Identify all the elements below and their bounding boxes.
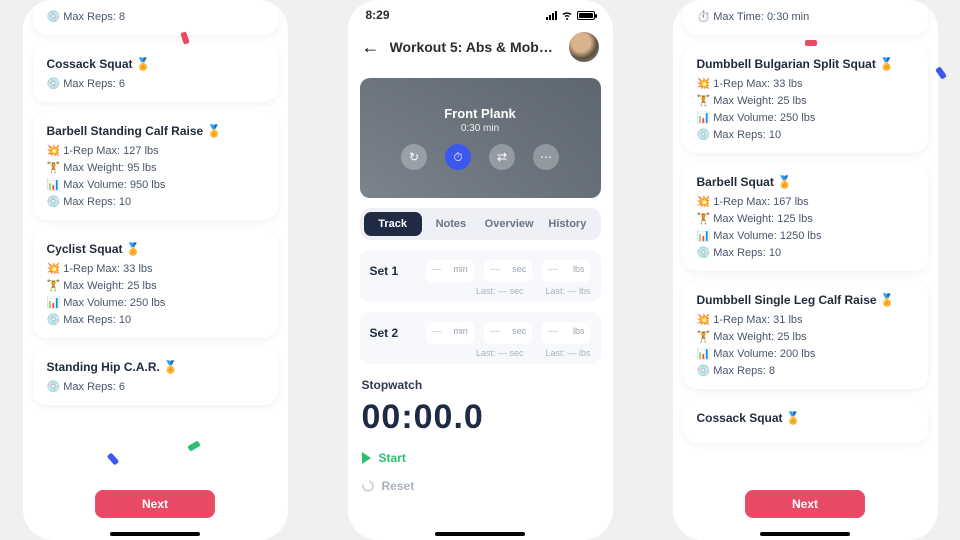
stopwatch-start[interactable]: Start	[362, 451, 599, 465]
card-title: Cossack Squat 🏅	[47, 57, 264, 71]
card-title: Standing Hip C.A.R. 🏅	[47, 360, 264, 374]
play-icon	[362, 452, 371, 464]
set-field-lbs[interactable]: —lbs	[542, 322, 590, 344]
start-label: Start	[379, 451, 406, 465]
metric-row: 💿 Max Reps: 10	[697, 246, 914, 259]
card-title: Cyclist Squat 🏅	[47, 242, 264, 256]
metric-row: 🏋️ Max Weight: 95 lbs	[47, 161, 264, 174]
reset-label: Reset	[382, 479, 415, 493]
set-field-sec[interactable]: —sec	[484, 322, 532, 344]
swap-icon[interactable]: ⇄	[489, 144, 515, 170]
tab-history[interactable]: History	[538, 212, 596, 236]
records-feed: 💿 Max Reps: 8 Cossack Squat 🏅 💿 Max Reps: …	[33, 0, 278, 476]
set-field-min[interactable]: —min	[426, 322, 474, 344]
record-card: ⏱️ Max Time: 0:30 min	[683, 0, 928, 35]
record-card: Dumbbell Bulgarian Split Squat 🏅 💥 1-Rep …	[683, 45, 928, 153]
tab-track[interactable]: Track	[364, 212, 422, 236]
metric-row: 💿 Max Reps: 6	[47, 77, 264, 90]
battery-icon	[577, 11, 595, 20]
avatar[interactable]	[569, 32, 599, 62]
wifi-icon	[561, 9, 573, 21]
card-title: Dumbbell Bulgarian Split Squat 🏅	[697, 57, 914, 71]
record-card: Barbell Squat 🏅 💥 1-Rep Max: 167 lbs 🏋️ Ma…	[683, 163, 928, 271]
home-indicator	[435, 532, 525, 536]
clock: 8:29	[366, 8, 390, 22]
timer-icon[interactable]: ⏱	[445, 144, 471, 170]
next-button[interactable]: Next	[745, 490, 865, 518]
metric-row: 💿 Max Reps: 10	[697, 128, 914, 141]
signal-icon	[546, 11, 557, 20]
metric-row: 💥 1-Rep Max: 33 lbs	[697, 77, 914, 90]
header: ← Workout 5: Abs & Mob…	[348, 22, 613, 72]
records-feed: ⏱️ Max Time: 0:30 min Dumbbell Bulgarian …	[683, 0, 928, 476]
record-card: 💿 Max Reps: 8	[33, 0, 278, 35]
metric-row: 💥 1-Rep Max: 33 lbs	[47, 262, 264, 275]
stopwatch-reset[interactable]: Reset	[362, 479, 599, 493]
card-title: Barbell Squat 🏅	[697, 175, 914, 189]
back-button[interactable]: ←	[362, 37, 380, 58]
metric-row: 💿 Max Reps: 10	[47, 313, 264, 326]
metric-row: 💥 1-Rep Max: 31 lbs	[697, 313, 914, 326]
tab-overview[interactable]: Overview	[480, 212, 538, 236]
exercise-hero: Front Plank 0:30 min ↻ ⏱ ⇄ ⋯	[360, 78, 601, 198]
metric-row: 🏋️ Max Weight: 25 lbs	[697, 94, 914, 107]
metric-row: ⏱️ Max Time: 0:30 min	[697, 10, 914, 23]
hero-title: Front Plank	[444, 106, 516, 121]
record-card: Dumbbell Single Leg Calf Raise 🏅 💥 1-Rep …	[683, 281, 928, 389]
home-indicator	[110, 532, 200, 536]
metric-row: 🏋️ Max Weight: 25 lbs	[47, 279, 264, 292]
set-field-lbs[interactable]: —lbs	[542, 260, 590, 282]
stopwatch-section: Stopwatch 00:00.0 Start Reset	[362, 378, 599, 493]
tabs: TrackNotesOverviewHistory	[360, 208, 601, 240]
status-bar: 8:29	[348, 0, 613, 22]
last-value: Last: — lbs	[545, 348, 590, 358]
set-row: Set 2 —min —sec —lbs Last: — sec Last: — lbs	[360, 312, 601, 364]
home-indicator	[760, 532, 850, 536]
metric-row: 💥 1-Rep Max: 167 lbs	[697, 195, 914, 208]
card-title: Cossack Squat 🏅	[697, 411, 914, 425]
metric-row: 💿 Max Reps: 8	[697, 364, 914, 377]
card-title: Barbell Standing Calf Raise 🏅	[47, 124, 264, 138]
confetti	[805, 40, 817, 46]
tab-notes[interactable]: Notes	[422, 212, 480, 236]
phone-center: 8:29 ← Workout 5: Abs & Mob… Front Plank…	[348, 0, 613, 540]
record-card: Barbell Standing Calf Raise 🏅 💥 1-Rep Max…	[33, 112, 278, 220]
metric-row: 📊 Max Volume: 250 lbs	[47, 296, 264, 309]
reset-icon	[359, 478, 375, 494]
metric-row: 💥 1-Rep Max: 127 lbs	[47, 144, 264, 157]
phone-right: ⏱️ Max Time: 0:30 min Dumbbell Bulgarian …	[673, 0, 938, 540]
more-icon[interactable]: ⋯	[533, 144, 559, 170]
set-name: Set 1	[370, 264, 416, 278]
set-field-sec[interactable]: —sec	[484, 260, 532, 282]
metric-row: 🏋️ Max Weight: 25 lbs	[697, 330, 914, 343]
page-title: Workout 5: Abs & Mob…	[390, 39, 559, 55]
set-name: Set 2	[370, 326, 416, 340]
last-value: Last: — lbs	[545, 286, 590, 296]
record-card: Cyclist Squat 🏅 💥 1-Rep Max: 33 lbs 🏋️ Max…	[33, 230, 278, 338]
last-value: Last: — sec	[476, 348, 524, 358]
next-button[interactable]: Next	[95, 490, 215, 518]
stopwatch-title: Stopwatch	[362, 378, 599, 392]
metric-row: 💿 Max Reps: 8	[47, 10, 264, 23]
set-row: Set 1 —min —sec —lbs Last: — sec Last: — lbs	[360, 250, 601, 302]
metric-row: 💿 Max Reps: 10	[47, 195, 264, 208]
metric-row: 📊 Max Volume: 200 lbs	[697, 347, 914, 360]
metric-row: 💿 Max Reps: 6	[47, 380, 264, 393]
stopwatch-time: 00:00.0	[362, 398, 599, 437]
metric-row: 🏋️ Max Weight: 125 lbs	[697, 212, 914, 225]
phone-left: 💿 Max Reps: 8 Cossack Squat 🏅 💿 Max Reps: …	[23, 0, 288, 540]
record-card: Cossack Squat 🏅	[683, 399, 928, 443]
last-value: Last: — sec	[476, 286, 524, 296]
metric-row: 📊 Max Volume: 250 lbs	[697, 111, 914, 124]
metric-row: 📊 Max Volume: 950 lbs	[47, 178, 264, 191]
metric-row: 📊 Max Volume: 1250 lbs	[697, 229, 914, 242]
hero-subtitle: 0:30 min	[461, 123, 499, 134]
record-card: Cossack Squat 🏅 💿 Max Reps: 6	[33, 45, 278, 102]
restart-icon[interactable]: ↻	[401, 144, 427, 170]
record-card: Standing Hip C.A.R. 🏅 💿 Max Reps: 6	[33, 348, 278, 405]
set-field-min[interactable]: —min	[426, 260, 474, 282]
card-title: Dumbbell Single Leg Calf Raise 🏅	[697, 293, 914, 307]
